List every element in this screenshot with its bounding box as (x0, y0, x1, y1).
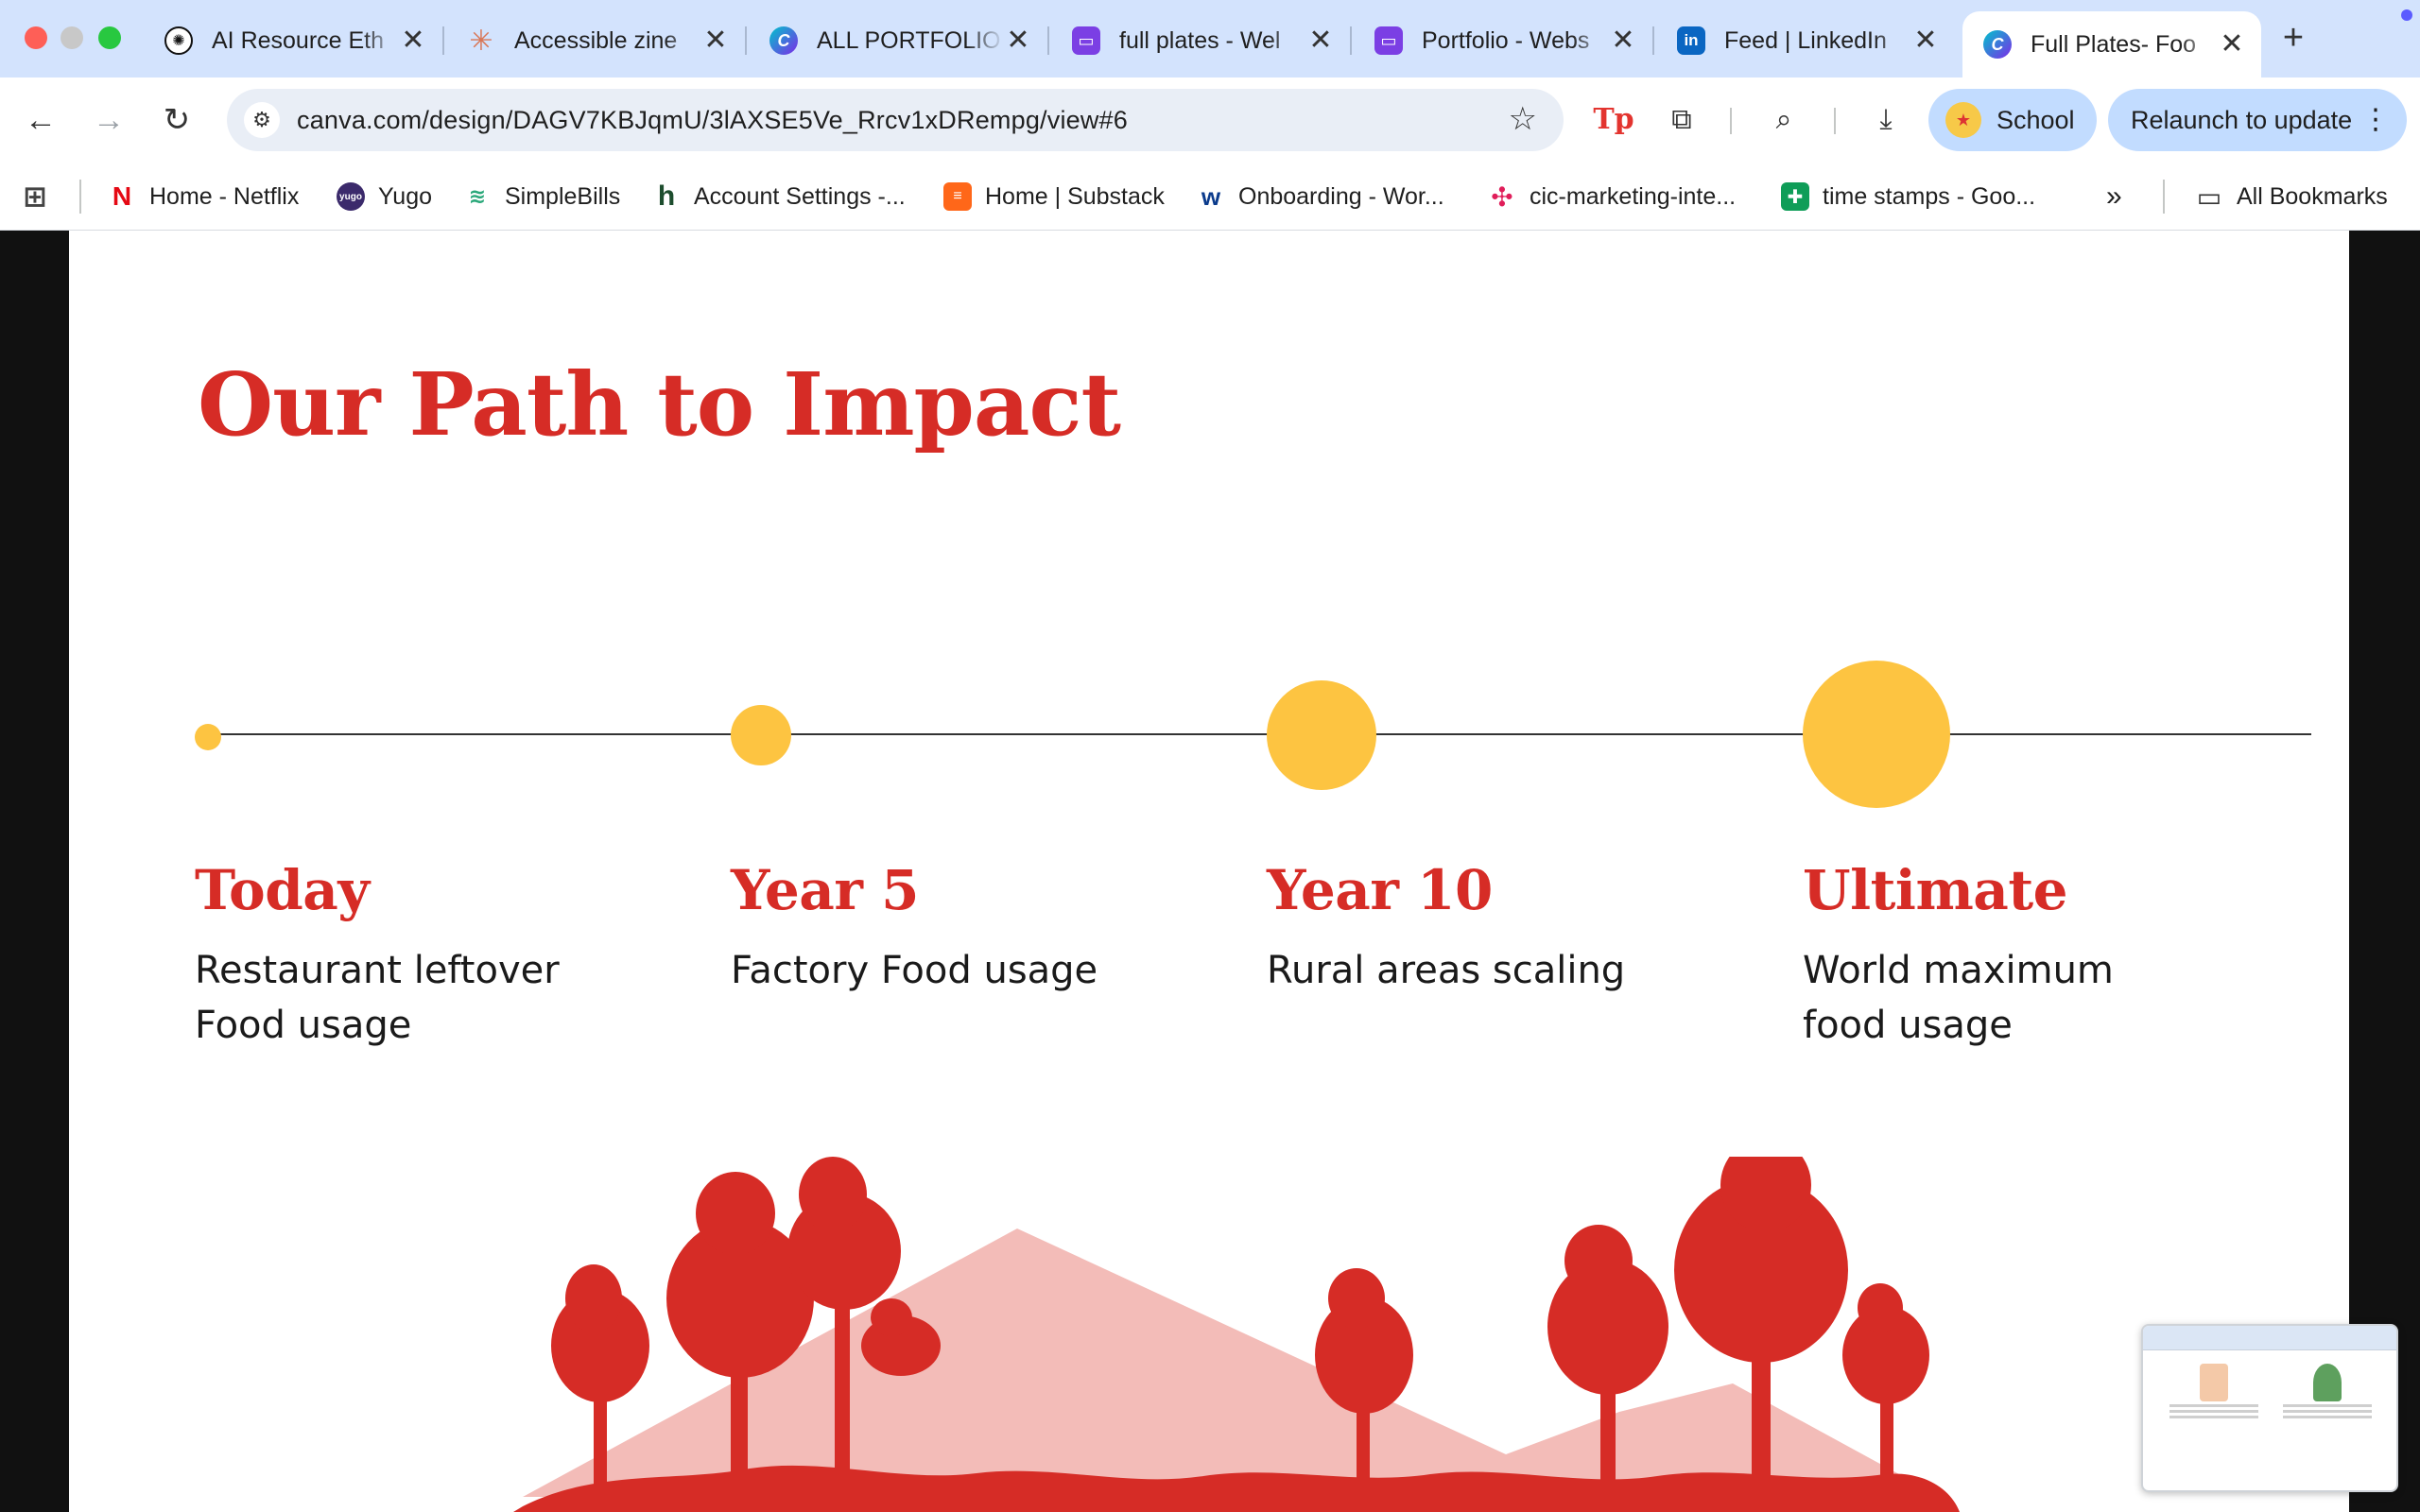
forward-arrow-icon[interactable]: → (87, 98, 130, 142)
browser-chrome: ✺ AI Resource Eth ✕ ✳ Accessible zine ✕ … (0, 0, 2420, 231)
close-tab-icon[interactable]: ✕ (1306, 26, 1335, 55)
netflix-icon: N (112, 181, 132, 211)
close-tab-icon[interactable]: ✕ (701, 26, 730, 55)
relaunch-label: Relaunch to update (2131, 105, 2353, 134)
address-bar[interactable]: ⚙ canva.com/design/DAGV7KBJqmU/3lAXSE5Ve… (227, 89, 1564, 151)
browser-tab[interactable]: in Feed | LinkedIn ✕ (1656, 11, 1955, 70)
presentation-slide: Our Path to Impact Today Restaurant left… (69, 231, 2349, 1512)
slack-icon: ✣ (1491, 181, 1513, 212)
browser-tab[interactable]: C ALL PORTFOLIO ✕ (749, 11, 1049, 70)
notification-dot (2401, 9, 2412, 21)
tab-title: Full Plates- Foo (2031, 30, 2197, 58)
milestone-title: Year 5 (731, 858, 919, 922)
extensions-puzzle-icon[interactable]: ⧉ (1660, 98, 1703, 142)
slide-title: Our Path to Impact (198, 353, 1121, 455)
timeline-line (209, 733, 2311, 735)
milestone-description: Restaurant leftover Food usage (195, 949, 560, 1047)
bookmark-simplebills[interactable]: ≋ SimpleBills (463, 180, 620, 214)
tab-title: Portfolio - Webs (1422, 26, 1590, 54)
apps-grid-icon[interactable]: ⊞ (21, 180, 62, 214)
bookmark-google-sheets[interactable]: ✚ time stamps - Goo... (1781, 180, 2035, 214)
houzz-icon: h (657, 180, 676, 212)
download-icon[interactable]: ⤓ (1864, 98, 1908, 142)
timeline-dot-ultimate (1803, 661, 1950, 808)
claude-icon: ✳ (469, 25, 493, 57)
minimize-window-button[interactable] (60, 26, 83, 49)
browser-tab[interactable]: ▭ full plates - Wel ✕ (1051, 11, 1352, 70)
browser-tab[interactable]: ▭ Portfolio - Webs ✕ (1354, 11, 1654, 70)
close-tab-icon[interactable]: ✕ (2218, 30, 2246, 59)
bookmark-workday[interactable]: w Onboarding - Wor... (1197, 180, 1444, 214)
tab-title: full plates - Wel (1119, 26, 1281, 54)
bookmarks-overflow-icon[interactable]: » (2106, 180, 2122, 214)
milestone-ultimate: Ultimate World maximum food usage (1803, 854, 2219, 1053)
simplebills-icon: ≋ (468, 184, 487, 208)
more-menu-icon[interactable]: ⋮ (2361, 89, 2390, 151)
relaunch-button[interactable]: Relaunch to update ⋮ (2108, 89, 2407, 151)
page-viewport: Our Path to Impact Today Restaurant left… (0, 231, 2420, 1512)
maximize-window-button[interactable] (98, 26, 121, 49)
canva-icon: C (769, 26, 798, 55)
close-window-button[interactable] (25, 26, 47, 49)
timeline-dot-year10 (1267, 680, 1376, 790)
workday-icon: w (1201, 181, 1221, 211)
canva-website-icon: ▭ (1374, 26, 1403, 55)
openai-icon: ✺ (164, 26, 193, 55)
milestone-title: Year 10 (1267, 858, 1493, 922)
tab-search-icon[interactable]: ⌕ (1762, 98, 1806, 142)
milestone-title: Today (195, 858, 370, 922)
reload-icon[interactable]: ↻ (155, 98, 199, 142)
milestone-year10: Year 10 Rural areas scaling (1267, 854, 1683, 998)
tp-extension-icon[interactable]: Tp (1592, 98, 1635, 142)
milestone-title: Ultimate (1803, 858, 2068, 922)
tab-title: ALL PORTFOLIO (817, 26, 1001, 54)
back-arrow-icon[interactable]: ← (19, 98, 62, 142)
folder-icon: ▭ (2196, 181, 2222, 212)
url-text[interactable]: canva.com/design/DAGV7KBJqmU/3lAXSE5Ve_R… (297, 89, 1128, 151)
tab-title: Accessible zine (514, 26, 678, 54)
bookmark-star-icon[interactable]: ☆ (1509, 100, 1537, 138)
close-tab-icon[interactable]: ✕ (1911, 26, 1940, 55)
milestone-description: Rural areas scaling (1267, 949, 1626, 992)
avatar: ★ (1945, 102, 1981, 138)
bookmark-netflix[interactable]: N Home - Netflix (108, 180, 300, 214)
canva-website-icon: ▭ (1072, 26, 1100, 55)
browser-tab[interactable]: ✳ Accessible zine ✕ (446, 11, 747, 70)
yugo-icon: yugo (337, 182, 365, 211)
bookmark-substack[interactable]: ≡ Home | Substack (943, 180, 1165, 214)
tab-strip: ✺ AI Resource Eth ✕ ✳ Accessible zine ✕ … (0, 0, 2420, 77)
timeline-dot-today (195, 724, 221, 750)
google-sheets-icon: ✚ (1781, 182, 1809, 211)
floating-preview-thumbnail[interactable] (2141, 1324, 2398, 1492)
linkedin-icon: in (1677, 26, 1705, 55)
milestone-description: World maximum food usage (1803, 949, 2114, 1047)
milestone-description: Factory Food usage (731, 949, 1098, 992)
browser-tab-active[interactable]: C Full Plates- Foo ✕ (1962, 11, 2261, 77)
tab-title: AI Resource Eth (212, 26, 385, 54)
profile-chip[interactable]: ★ School (1928, 89, 2097, 151)
browser-tab[interactable]: ✺ AI Resource Eth ✕ (144, 11, 444, 70)
bookmark-account-settings[interactable]: h Account Settings -... (652, 180, 906, 214)
site-settings-icon[interactable]: ⚙ (244, 102, 280, 138)
close-tab-icon[interactable]: ✕ (399, 26, 427, 55)
close-tab-icon[interactable]: ✕ (1004, 26, 1032, 55)
milestone-year5: Year 5 Factory Food usage (731, 854, 1147, 998)
close-tab-icon[interactable]: ✕ (1609, 26, 1637, 55)
new-tab-button[interactable]: + (2274, 19, 2312, 57)
landscape-illustration (513, 1157, 1960, 1512)
all-bookmarks-button[interactable]: ▭ All Bookmarks (2195, 180, 2388, 214)
timeline-dot-year5 (731, 705, 791, 765)
profile-label: School (1996, 105, 2075, 134)
bookmark-slack[interactable]: ✣ cic-marketing-inte... (1488, 180, 1736, 214)
tab-title: Feed | LinkedIn (1724, 26, 1887, 54)
bookmark-yugo[interactable]: yugo Yugo (337, 180, 432, 214)
canva-icon: C (1983, 30, 2012, 59)
browser-toolbar: ← → ↻ ⚙ canva.com/design/DAGV7KBJqmU/3lA… (0, 77, 2420, 163)
bookmarks-bar: ⊞ N Home - Netflix yugo Yugo ≋ SimpleBil… (0, 163, 2420, 231)
milestone-today: Today Restaurant leftover Food usage (195, 854, 611, 1053)
substack-icon: ≡ (943, 182, 972, 211)
